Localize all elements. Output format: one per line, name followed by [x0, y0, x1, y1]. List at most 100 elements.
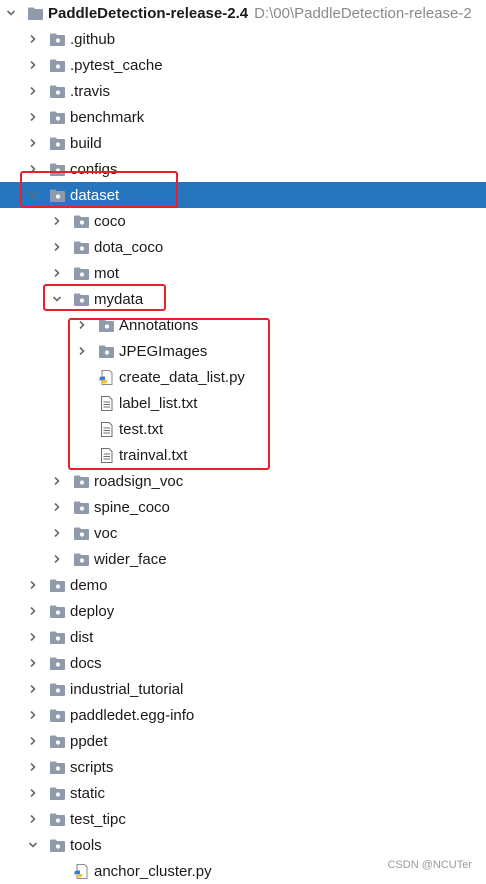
- tree-item-label: build: [70, 134, 102, 152]
- chevron-right-icon[interactable]: [26, 812, 40, 826]
- chevron-right-icon[interactable]: [26, 110, 40, 124]
- chevron-right-icon[interactable]: [26, 84, 40, 98]
- tree-item-test-txt[interactable]: test.txt: [0, 416, 486, 442]
- tree-item-dist[interactable]: dist: [0, 624, 486, 650]
- folder-icon: [72, 213, 90, 229]
- folder-icon: [72, 265, 90, 281]
- chevron-right-icon[interactable]: [26, 708, 40, 722]
- chevron-down-icon[interactable]: [50, 292, 64, 306]
- chevron-right-icon[interactable]: [50, 266, 64, 280]
- tree-item-paddledet-egg-info[interactable]: paddledet.egg-info: [0, 702, 486, 728]
- tree-root[interactable]: PaddleDetection-release-2.4 D:\00\Paddle…: [0, 0, 486, 26]
- tree-item-demo[interactable]: demo: [0, 572, 486, 598]
- arrow-spacer: [75, 396, 89, 410]
- tree-item-jpegimages[interactable]: JPEGImages: [0, 338, 486, 364]
- tree-item-mot[interactable]: mot: [0, 260, 486, 286]
- tree-item-static[interactable]: static: [0, 780, 486, 806]
- tree-item-label: JPEGImages: [119, 342, 208, 360]
- chevron-down-icon[interactable]: [26, 838, 40, 852]
- folder-icon: [48, 837, 66, 853]
- tree-item-label: .travis: [70, 82, 111, 100]
- chevron-right-icon[interactable]: [50, 500, 64, 514]
- tree-item-label: docs: [70, 654, 102, 672]
- tree-item-travis[interactable]: .travis: [0, 78, 486, 104]
- chevron-right-icon[interactable]: [26, 786, 40, 800]
- chevron-right-icon[interactable]: [50, 474, 64, 488]
- folder-icon: [72, 239, 90, 255]
- tree-item-ppdet[interactable]: ppdet: [0, 728, 486, 754]
- folder-icon: [48, 577, 66, 593]
- tree-item-docs[interactable]: docs: [0, 650, 486, 676]
- tree-item-label: demo: [70, 576, 108, 594]
- folder-icon: [72, 525, 90, 541]
- tree-item-build[interactable]: build: [0, 130, 486, 156]
- folder-icon: [97, 343, 115, 359]
- chevron-right-icon[interactable]: [26, 136, 40, 150]
- folder-icon: [48, 811, 66, 827]
- tree-item-wider-face[interactable]: wider_face: [0, 546, 486, 572]
- tree-item-pytest-cache[interactable]: .pytest_cache: [0, 52, 486, 78]
- folder-icon: [48, 57, 66, 73]
- chevron-right-icon[interactable]: [75, 318, 89, 332]
- tree-item-annotations[interactable]: Annotations: [0, 312, 486, 338]
- tree-item-dota-coco[interactable]: dota_coco: [0, 234, 486, 260]
- tree-item-label: dist: [70, 628, 94, 646]
- folder-icon: [48, 31, 66, 47]
- project-tree: PaddleDetection-release-2.4 D:\00\Paddle…: [0, 0, 486, 880]
- chevron-right-icon[interactable]: [26, 656, 40, 670]
- chevron-right-icon[interactable]: [26, 682, 40, 696]
- tree-item-roadsign-voc[interactable]: roadsign_voc: [0, 468, 486, 494]
- python-file-icon: [97, 369, 115, 385]
- chevron-right-icon[interactable]: [26, 32, 40, 46]
- tree-item-label: configs: [70, 160, 118, 178]
- tree-item-tools[interactable]: tools: [0, 832, 486, 858]
- tree-item-label-list-txt[interactable]: label_list.txt: [0, 390, 486, 416]
- folder-icon: [48, 655, 66, 671]
- tree-item-scripts[interactable]: scripts: [0, 754, 486, 780]
- root-path: D:\00\PaddleDetection-release-2: [254, 4, 472, 22]
- tree-item-label: roadsign_voc: [94, 472, 184, 490]
- tree-item-create-data-list-py[interactable]: create_data_list.py: [0, 364, 486, 390]
- tree-item-deploy[interactable]: deploy: [0, 598, 486, 624]
- folder-icon: [48, 759, 66, 775]
- tree-item-label: static: [70, 784, 106, 802]
- chevron-right-icon[interactable]: [50, 552, 64, 566]
- folder-icon: [48, 109, 66, 125]
- tree-item-benchmark[interactable]: benchmark: [0, 104, 486, 130]
- folder-icon: [72, 551, 90, 567]
- tree-item-trainval-txt[interactable]: trainval.txt: [0, 442, 486, 468]
- chevron-right-icon[interactable]: [26, 58, 40, 72]
- tree-item-mydata[interactable]: mydata: [0, 286, 486, 312]
- chevron-right-icon[interactable]: [26, 630, 40, 644]
- tree-item-dataset[interactable]: dataset: [0, 182, 486, 208]
- chevron-right-icon[interactable]: [50, 240, 64, 254]
- chevron-right-icon[interactable]: [26, 162, 40, 176]
- chevron-right-icon[interactable]: [26, 760, 40, 774]
- folder-icon: [48, 785, 66, 801]
- tree-item-label: voc: [94, 524, 118, 542]
- tree-item-voc[interactable]: voc: [0, 520, 486, 546]
- tree-item-label: tools: [70, 836, 102, 854]
- tree-item-spine-coco[interactable]: spine_coco: [0, 494, 486, 520]
- tree-item-github[interactable]: .github: [0, 26, 486, 52]
- folder-icon: [48, 83, 66, 99]
- chevron-right-icon[interactable]: [26, 734, 40, 748]
- arrow-spacer: [50, 864, 64, 878]
- chevron-right-icon[interactable]: [75, 344, 89, 358]
- tree-item-configs[interactable]: configs: [0, 156, 486, 182]
- chevron-right-icon[interactable]: [26, 578, 40, 592]
- chevron-right-icon[interactable]: [26, 604, 40, 618]
- folder-icon: [48, 707, 66, 723]
- tree-item-label: test_tipc: [70, 810, 126, 828]
- arrow-spacer: [75, 422, 89, 436]
- tree-item-test-tipc[interactable]: test_tipc: [0, 806, 486, 832]
- chevron-right-icon[interactable]: [50, 214, 64, 228]
- tree-item-industrial-tutorial[interactable]: industrial_tutorial: [0, 676, 486, 702]
- chevron-down-icon[interactable]: [4, 6, 18, 20]
- chevron-down-icon[interactable]: [26, 188, 40, 202]
- tree-item-coco[interactable]: coco: [0, 208, 486, 234]
- tree-item-label: mydata: [94, 290, 144, 308]
- tree-item-label: wider_face: [94, 550, 167, 568]
- folder-icon: [72, 499, 90, 515]
- chevron-right-icon[interactable]: [50, 526, 64, 540]
